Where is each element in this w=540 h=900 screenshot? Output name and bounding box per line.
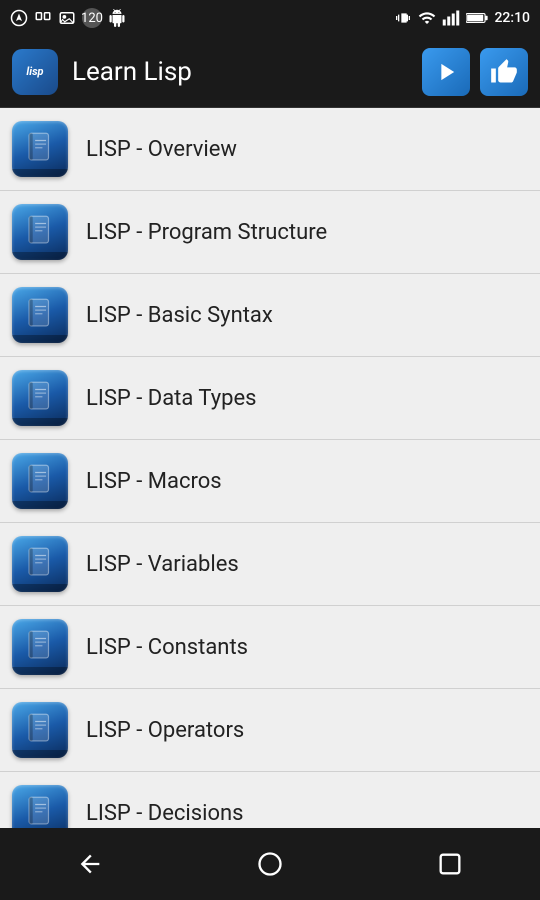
topics-list: LISP - Overview LISP - Program Structure (0, 108, 540, 828)
list-item[interactable]: LISP - Macros (0, 440, 540, 523)
app-bar: lisp Learn Lisp (0, 36, 540, 108)
book-icon (25, 298, 55, 332)
home-icon (256, 850, 284, 878)
list-item-label: LISP - Operators (86, 718, 244, 743)
list-item-label: LISP - Macros (86, 469, 222, 494)
list-item-label: LISP - Basic Syntax (86, 303, 273, 328)
list-item[interactable]: LISP - Constants (0, 606, 540, 689)
app-bar-actions (422, 48, 528, 96)
book-icon (25, 630, 55, 664)
logo-text: lisp (26, 65, 43, 78)
list-item[interactable]: LISP - Operators (0, 689, 540, 772)
list-item-icon-3 (12, 370, 68, 426)
app-logo: lisp (12, 49, 58, 95)
list-item-label: LISP - Variables (86, 552, 239, 577)
time: 22:10 (494, 10, 530, 26)
list-item-label: LISP - Data Types (86, 386, 257, 411)
book-icon (25, 713, 55, 747)
list-item[interactable]: LISP - Decisions (0, 772, 540, 828)
app-title: Learn Lisp (72, 57, 422, 87)
battery-icon (466, 11, 488, 25)
list-item-label: LISP - Decisions (86, 801, 244, 826)
book-icon (25, 796, 55, 828)
list-item[interactable]: LISP - Variables (0, 523, 540, 606)
book-icon (25, 547, 55, 581)
signal-icon (442, 9, 460, 27)
badge-number: 120 (82, 8, 102, 28)
recent-icon (436, 850, 464, 878)
list-item-icon-5 (12, 536, 68, 592)
back-button[interactable] (60, 834, 120, 894)
photo-icon (58, 9, 76, 27)
list-item-label: LISP - Constants (86, 635, 248, 660)
thumbs-up-button[interactable] (480, 48, 528, 96)
list-item-icon-8 (12, 785, 68, 828)
bottom-nav (0, 828, 540, 900)
book-icon (25, 381, 55, 415)
play-button[interactable] (422, 48, 470, 96)
list-item-icon-0 (12, 121, 68, 177)
list-item-label: LISP - Overview (86, 137, 237, 162)
status-bar: 120 22:10 (0, 0, 540, 36)
list-item[interactable]: LISP - Overview (0, 108, 540, 191)
status-bar-left-icons: 120 (10, 8, 126, 28)
book-icon (25, 132, 55, 166)
vibrate-icon (396, 10, 412, 26)
recent-button[interactable] (420, 834, 480, 894)
play-icon (432, 58, 460, 86)
book-icon (25, 215, 55, 249)
sync-icon (34, 9, 52, 27)
notification-icon (10, 9, 28, 27)
list-item[interactable]: LISP - Data Types (0, 357, 540, 440)
list-item-label: LISP - Program Structure (86, 220, 327, 245)
list-item[interactable]: LISP - Program Structure (0, 191, 540, 274)
list-item-icon-7 (12, 702, 68, 758)
list-item[interactable]: LISP - Basic Syntax (0, 274, 540, 357)
list-item-icon-2 (12, 287, 68, 343)
wifi-icon (418, 9, 436, 27)
back-icon (76, 850, 104, 878)
list-item-icon-4 (12, 453, 68, 509)
list-item-icon-1 (12, 204, 68, 260)
thumbs-up-icon (490, 58, 518, 86)
android-icon (108, 9, 126, 27)
status-bar-right-icons: 22:10 (396, 9, 530, 27)
book-icon (25, 464, 55, 498)
home-button[interactable] (240, 834, 300, 894)
list-item-icon-6 (12, 619, 68, 675)
